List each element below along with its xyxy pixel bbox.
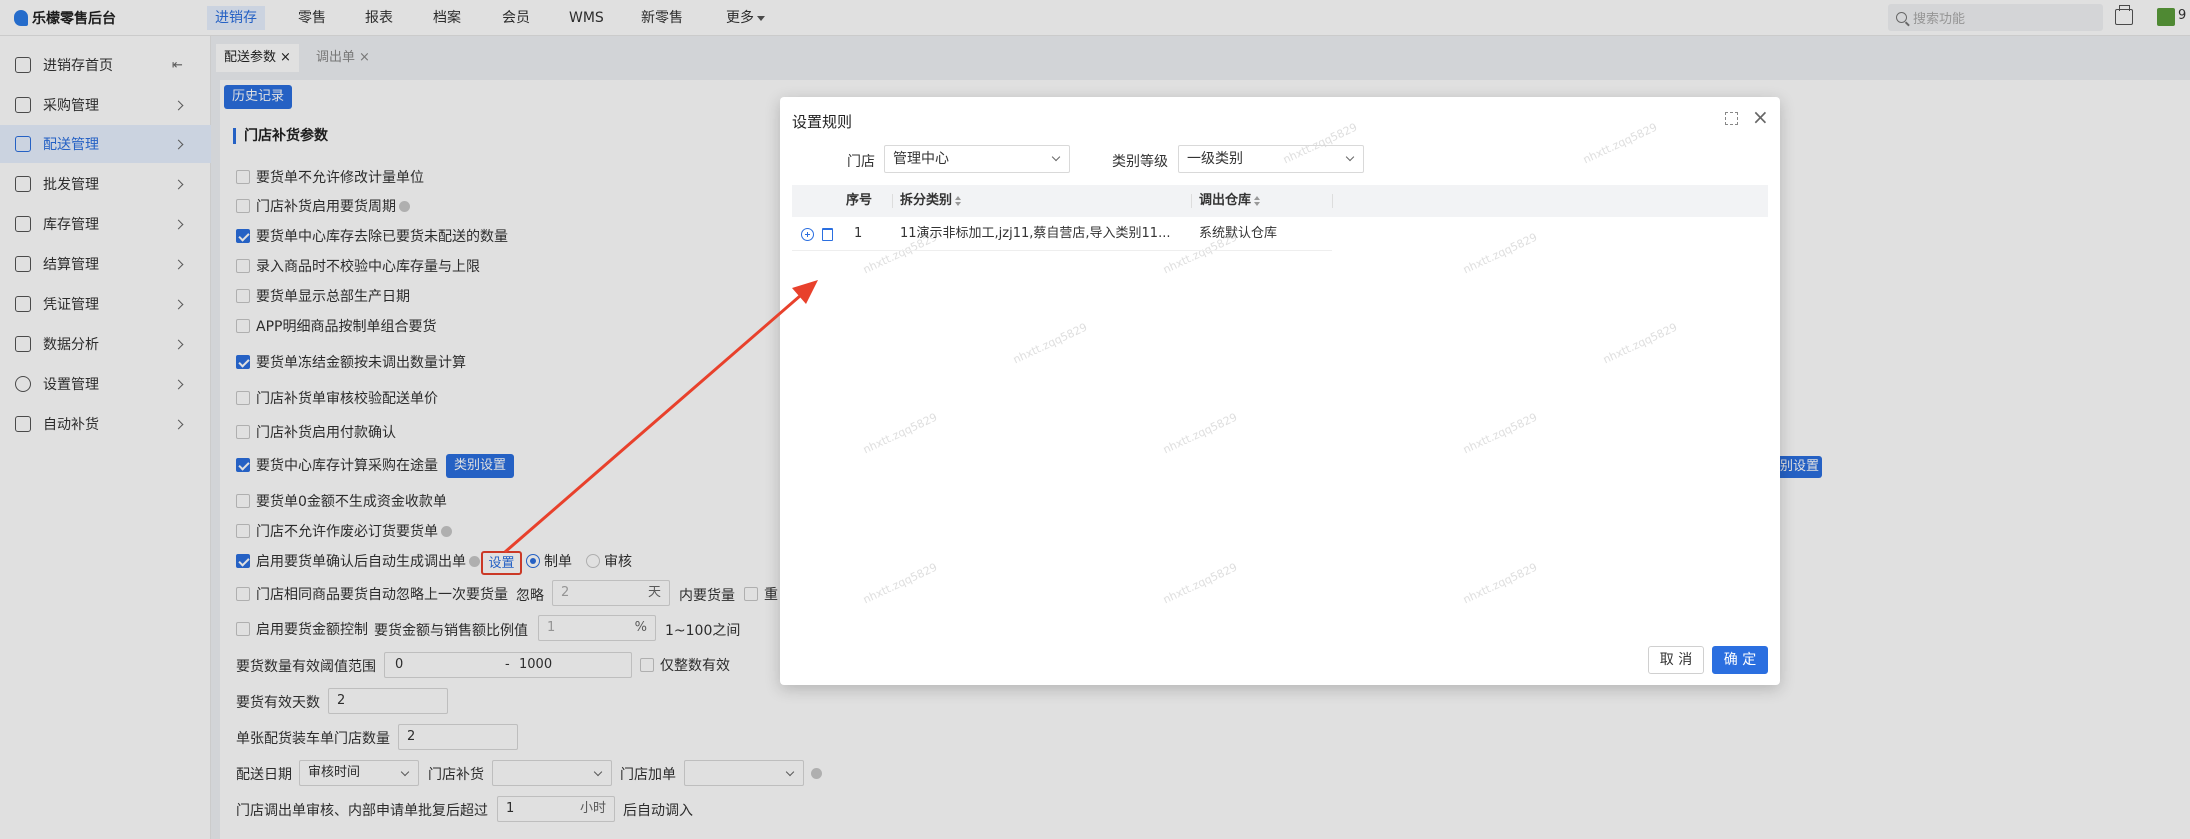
- annotation-arrow: [504, 280, 818, 554]
- arrow-line: [504, 287, 809, 554]
